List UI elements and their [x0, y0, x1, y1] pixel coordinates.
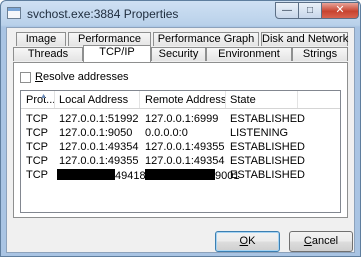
tab-strings[interactable]: Strings: [292, 47, 348, 61]
remote-address-cell: 127.0.0.1:49355: [145, 141, 225, 153]
remote-address-cell: 127.0.0.1:49354: [145, 155, 225, 167]
connections-list[interactable]: ▲ Prot... Local Address Remote Address St…: [20, 90, 341, 213]
column-protocol[interactable]: ▲ Prot...: [26, 93, 55, 106]
window-title: svchost.exe:3884 Properties: [27, 7, 179, 21]
table-row[interactable]: TCP 127.0.0.1:9050 0.0.0.0:0 LISTENING: [21, 127, 340, 141]
state-cell: ESTABLISHED: [230, 113, 305, 125]
table-row[interactable]: TCP 127.0.0.1:49354 127.0.0.1:49355 ESTA…: [21, 141, 340, 155]
tcpip-panel: Resolve addresses ▲ Prot... Local Address…: [13, 62, 348, 218]
maximize-icon: □: [306, 5, 314, 16]
protocol-cell: TCP: [26, 127, 48, 139]
table-row[interactable]: TCP 127.0.0.1:51992 127.0.0.1:6999 ESTAB…: [21, 113, 340, 127]
minimize-icon: —: [282, 5, 292, 16]
title-bar[interactable]: svchost.exe:3884 Properties — □ ✕: [1, 1, 360, 27]
column-remote-address[interactable]: Remote Address: [145, 94, 226, 106]
ok-button[interactable]: OK: [215, 231, 280, 252]
column-divider[interactable]: [54, 91, 55, 108]
redacted-block: [57, 169, 115, 180]
tab-environment[interactable]: Environment: [206, 47, 292, 61]
state-cell: ESTABLISHED: [230, 155, 305, 167]
resolve-addresses-label[interactable]: Resolve addresses: [35, 71, 129, 83]
remote-address-cell: 127.0.0.1:6999: [145, 113, 219, 125]
local-address-cell: 127.0.0.1:49354: [59, 141, 139, 153]
tab-image[interactable]: Image: [16, 32, 66, 46]
tab-threads[interactable]: Threads: [13, 47, 83, 61]
local-address-cell: 127.0.0.1:9050: [59, 127, 133, 139]
protocol-cell: TCP: [26, 141, 48, 153]
protocol-cell: TCP: [26, 113, 48, 125]
protocol-cell: TCP: [26, 155, 48, 167]
column-state[interactable]: State: [230, 94, 256, 106]
dialog-body: Image Performance Performance Graph Disk…: [6, 27, 355, 253]
local-address-cell: 127.0.0.1:49355: [59, 155, 139, 167]
local-address-cell: 127.0.0.1:51992: [59, 113, 139, 125]
state-cell: ESTABLISHED: [230, 141, 305, 153]
column-divider[interactable]: [297, 91, 298, 108]
table-row[interactable]: TCP 127.0.0.1:49355 127.0.0.1:49354 ESTA…: [21, 155, 340, 169]
close-icon: ✕: [335, 4, 345, 16]
window-icon: [7, 7, 21, 19]
column-divider[interactable]: [139, 91, 140, 108]
table-row[interactable]: TCP 49418 9001 ESTABLISHED: [21, 169, 340, 183]
column-local-address[interactable]: Local Address: [59, 94, 128, 106]
state-cell: LISTENING: [230, 127, 289, 139]
cancel-button[interactable]: Cancel: [289, 231, 353, 252]
list-header: ▲ Prot... Local Address Remote Address St…: [21, 91, 340, 109]
local-address-cell: 49418: [57, 169, 146, 182]
minimize-button[interactable]: —: [275, 2, 299, 19]
sort-ascending-icon: ▲: [40, 93, 47, 100]
remote-address-cell: 0.0.0.0:0: [145, 127, 188, 139]
column-divider[interactable]: [225, 91, 226, 108]
maximize-button[interactable]: □: [298, 2, 322, 19]
tab-security[interactable]: Security: [151, 47, 206, 61]
tab-performance-graph[interactable]: Performance Graph: [153, 32, 259, 46]
tab-performance[interactable]: Performance: [68, 32, 151, 46]
redacted-block: [145, 169, 215, 180]
state-cell: ESTABLISHED: [230, 169, 305, 181]
protocol-cell: TCP: [26, 169, 48, 181]
properties-window: svchost.exe:3884 Properties — □ ✕ Image …: [0, 0, 361, 257]
resolve-addresses-checkbox[interactable]: [20, 72, 31, 83]
tab-tcpip[interactable]: TCP/IP: [83, 45, 151, 62]
remote-address-cell: 9001: [145, 169, 239, 182]
close-button[interactable]: ✕: [321, 2, 359, 19]
tab-disk-and-network[interactable]: Disk and Network: [261, 32, 348, 46]
